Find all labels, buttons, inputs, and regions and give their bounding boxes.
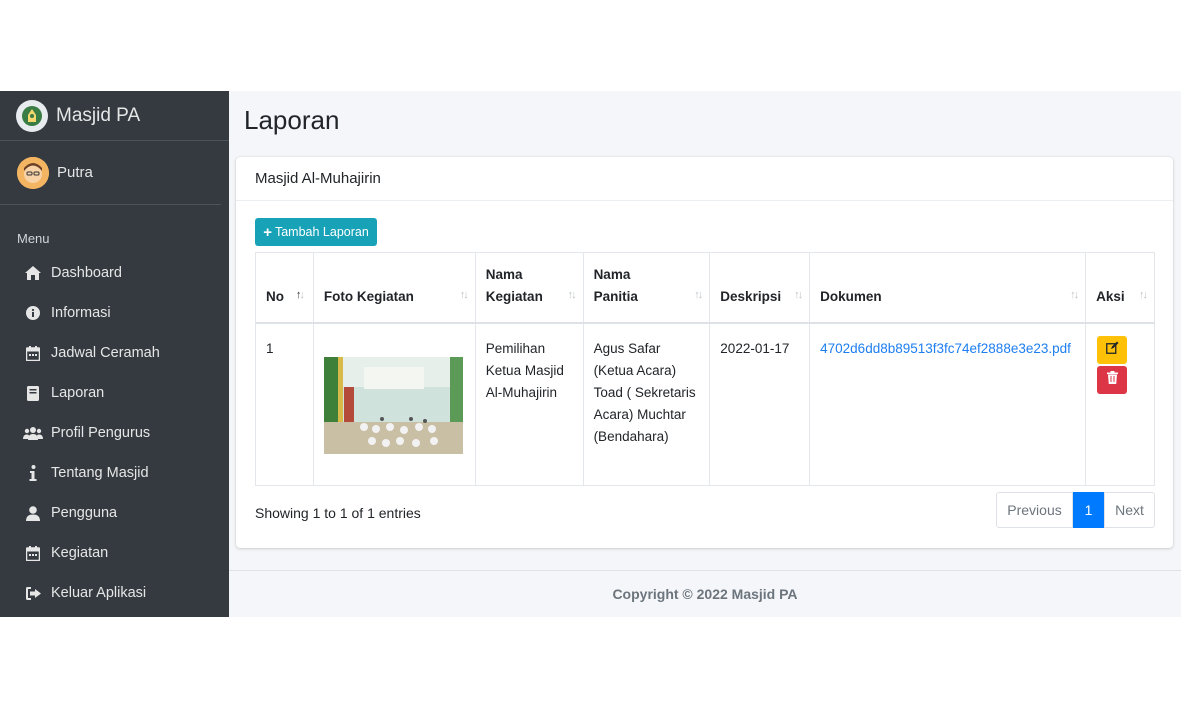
brand-name: Masjid PA — [56, 104, 141, 126]
cell-nama-panitia: Agus Safar (Ketua Acara) Toad ( Sekretar… — [582, 322, 711, 486]
sort-icon: ↑↓ — [794, 288, 803, 301]
edit-icon — [1105, 339, 1119, 361]
card-title: Masjid Al-Muhajirin — [236, 157, 1173, 201]
user-panel[interactable]: Putra — [0, 141, 221, 205]
main-content: Laporan Masjid Al-Muhajirin + Tambah Lap… — [229, 91, 1181, 617]
column-header-nama-panitia[interactable]: Nama Panitia ↑↓ — [582, 252, 711, 324]
sidebar-item-label: Dashboard — [51, 265, 122, 281]
sidebar-item-label: Laporan — [51, 385, 105, 401]
sidebar-item-laporan[interactable]: Laporan — [0, 373, 229, 413]
column-header-deskripsi[interactable]: Deskripsi ↑↓ — [709, 252, 811, 324]
activity-photo[interactable] — [323, 356, 463, 454]
sidebar-item-tentang-masjid[interactable]: Tentang Masjid — [0, 453, 229, 493]
delete-button[interactable] — [1097, 365, 1128, 394]
calendar-icon — [23, 343, 43, 363]
brand[interactable]: Masjid PA — [0, 91, 229, 141]
menu-header: Menu — [17, 231, 50, 246]
column-header-label: Foto Kegiatan — [323, 288, 414, 304]
document-link[interactable]: 4702d6dd8b89513f3fc74ef2888e3e23.pdf — [820, 341, 1071, 356]
column-header-label: Deskripsi — [720, 288, 782, 304]
table-header-row: No ↑↓ Foto Kegiatan ↑↓ Nama Kegiatan ↑↓ Nam… — [255, 252, 1155, 324]
column-header-no[interactable]: No ↑↓ — [255, 252, 314, 324]
cell-no: 1 — [255, 322, 314, 486]
cell-foto — [312, 322, 476, 486]
users-icon — [23, 423, 43, 443]
book-icon — [23, 383, 43, 403]
column-header-aksi[interactable]: Aksi ↑↓ — [1085, 252, 1155, 324]
report-card: Masjid Al-Muhajirin + Tambah Laporan No ↑… — [236, 157, 1173, 548]
table-info: Showing 1 to 1 of 1 entries — [255, 505, 421, 521]
sidebar-item-label: Informasi — [51, 305, 111, 321]
sort-icon: ↑↓ — [694, 288, 703, 301]
sidebar-item-kegiatan[interactable]: Kegiatan — [0, 533, 229, 573]
info-circle-icon — [23, 303, 43, 323]
pagination: Previous 1 Next — [996, 492, 1155, 528]
column-header-nama-kegiatan[interactable]: Nama Kegiatan ↑↓ — [474, 252, 584, 324]
sidebar-item-keluar-aplikasi[interactable]: Keluar Aplikasi — [0, 573, 229, 613]
sidebar-item-label: Kegiatan — [51, 545, 109, 561]
report-table: No ↑↓ Foto Kegiatan ↑↓ Nama Kegiatan ↑↓ Nam… — [255, 252, 1155, 486]
sort-icon: ↑↓ — [459, 288, 469, 301]
sidebar-item-label: Pengguna — [51, 505, 118, 521]
previous-page-button[interactable]: Previous — [996, 492, 1073, 528]
sidebar-item-label: Tentang Masjid — [51, 465, 149, 481]
avatar — [17, 156, 49, 189]
user-name: Putra — [57, 164, 93, 181]
footer: Copyright © 2022 Masjid PA — [229, 570, 1181, 617]
cell-deskripsi: 2022-01-17 — [709, 322, 811, 486]
trash-icon — [1106, 369, 1118, 391]
next-page-button[interactable]: Next — [1104, 492, 1155, 528]
column-header-label: Nama Kegiatan — [485, 266, 543, 304]
cell-nama-kegiatan: Pemilihan Ketua Masjid Al-Muhajirin — [474, 322, 584, 486]
app: Masjid PA Putra Menu Dashboard Informasi… — [0, 91, 1181, 617]
cell-dokumen: 4702d6dd8b89513f3fc74ef2888e3e23.pdf — [809, 322, 1087, 486]
sidebar-item-label: Keluar Aplikasi — [51, 585, 147, 601]
sidebar-item-profil-pengurus[interactable]: Profil Pengurus — [0, 413, 229, 453]
sort-icon: ↑↓ — [1070, 288, 1079, 301]
sign-out-icon — [23, 583, 43, 603]
column-header-dokumen[interactable]: Dokumen ↑↓ — [809, 252, 1087, 324]
sidebar-item-pengguna[interactable]: Pengguna — [0, 493, 229, 533]
copyright-text: Copyright © 2022 Masjid PA — [612, 586, 798, 602]
sidebar-item-jadwal-ceramah[interactable]: Jadwal Ceramah — [0, 333, 229, 373]
sort-icon: ↑↓ — [1139, 288, 1148, 301]
add-report-label: Tambah Laporan — [274, 225, 369, 239]
add-report-button[interactable]: + Tambah Laporan — [255, 218, 377, 246]
table-row: 1 Pemilihan Ketua Masjid Al-Muhajirin Ag… — [255, 322, 1155, 486]
sort-icon: ↑↓ — [295, 288, 305, 301]
cell-aksi — [1085, 322, 1155, 486]
sidebar: Masjid PA Putra Menu Dashboard Informasi… — [0, 91, 229, 617]
edit-button[interactable] — [1097, 335, 1128, 364]
sidebar-item-label: Profil Pengurus — [51, 425, 151, 441]
sidebar-item-label: Jadwal Ceramah — [51, 345, 160, 361]
column-header-label: Dokumen — [820, 288, 882, 304]
column-header-label: Nama Panitia — [593, 266, 638, 304]
sidebar-item-dashboard[interactable]: Dashboard — [0, 253, 229, 293]
column-header-label: No — [266, 288, 284, 304]
sidebar-item-informasi[interactable]: Informasi — [0, 293, 229, 333]
info-icon — [23, 463, 43, 483]
page-1-button[interactable]: 1 — [1073, 492, 1104, 528]
user-icon — [23, 503, 43, 523]
page-title: Laporan — [244, 105, 340, 135]
home-icon — [23, 263, 43, 283]
calendar-icon — [23, 543, 43, 563]
mosque-logo-icon — [16, 99, 48, 132]
sort-icon: ↑↓ — [567, 288, 577, 301]
plus-icon: + — [263, 223, 272, 241]
column-header-foto[interactable]: Foto Kegiatan ↑↓ — [312, 252, 476, 324]
column-header-label: Aksi — [1096, 288, 1125, 304]
